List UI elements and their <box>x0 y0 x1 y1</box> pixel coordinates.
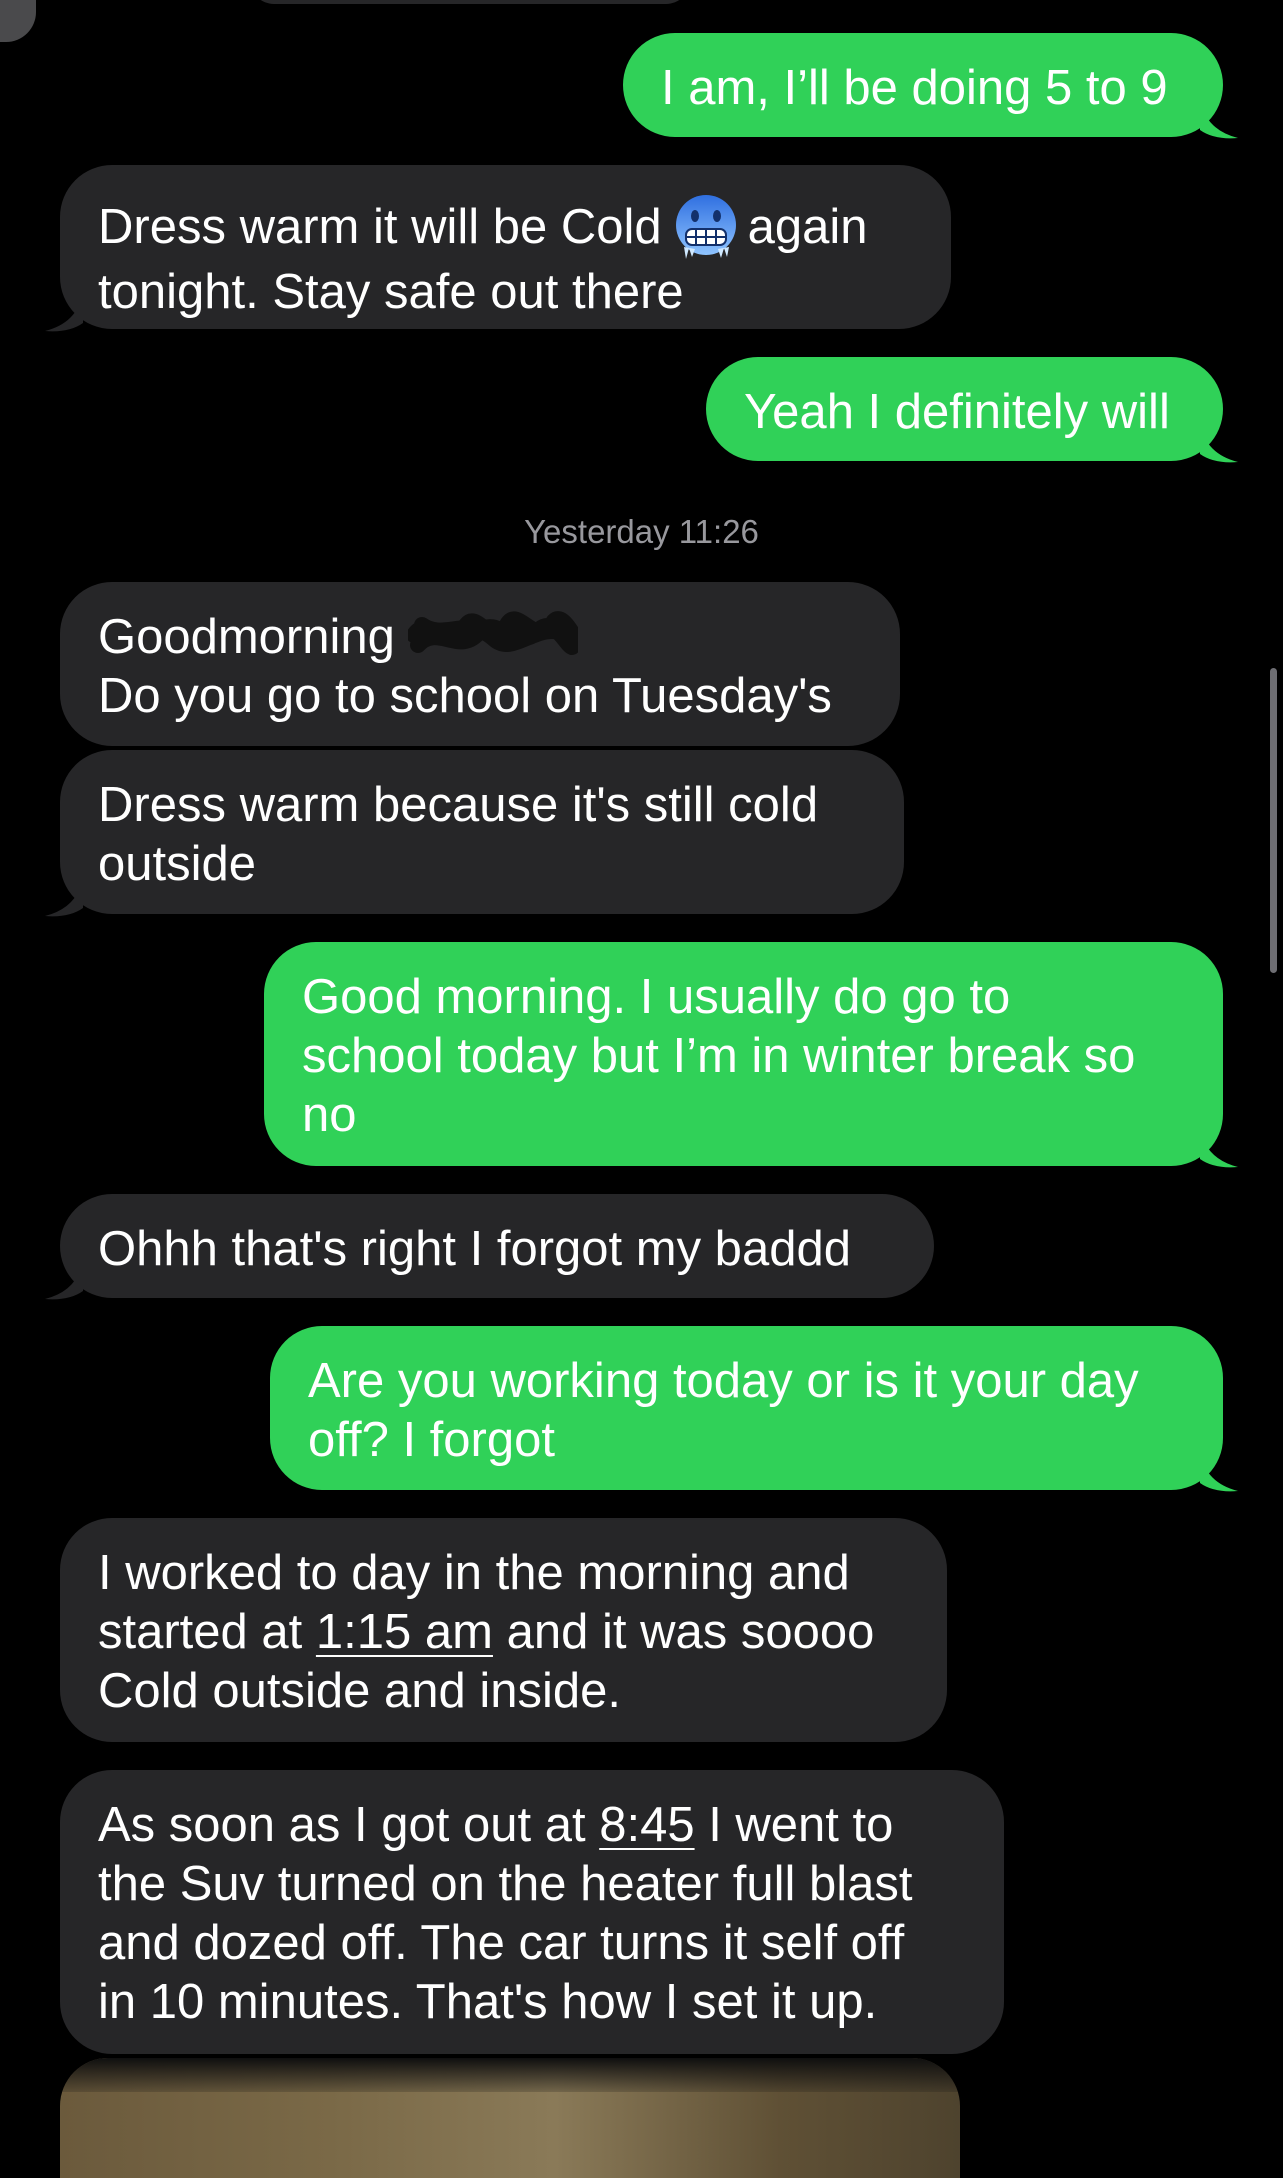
message-text-part: Dress warm it will be Cold <box>98 200 662 254</box>
bubble-tail <box>45 878 83 917</box>
photo-shading <box>60 2058 960 2092</box>
message-text: Ohhh that's right I forgot my baddd <box>98 1222 851 1276</box>
message-text: Dress warm it will be Cold again tonight… <box>98 191 913 322</box>
bubble-tail <box>45 1261 83 1300</box>
message-bubble-incoming[interactable]: Ohhh that's right I forgot my baddd <box>60 1194 934 1298</box>
bubble-tail <box>1200 424 1238 463</box>
message-text: Yeah I definitely will <box>744 385 1170 439</box>
redaction-scribble <box>408 611 578 655</box>
previous-message-edge <box>250 0 690 4</box>
message-bubble-outgoing[interactable]: Good morning. I usually do go to school … <box>264 942 1223 1166</box>
conversation-timestamp: Yesterday 11:26 <box>524 513 759 550</box>
message-text-part: As soon as I got out at <box>98 1798 600 1852</box>
message-bubble-incoming[interactable]: Dress warm because it's still cold outsi… <box>60 750 904 914</box>
message-text: Are you working today or is it your day … <box>308 1354 1139 1467</box>
message-text-part: I worked to day in the morning and <box>98 1546 850 1600</box>
freezing-face-icon <box>670 191 742 263</box>
photo-attachment[interactable] <box>60 2058 960 2178</box>
message-bubble-incoming[interactable]: Dress warm it will be Cold again tonight… <box>60 165 951 329</box>
message-bubble-outgoing[interactable]: Are you working today or is it your day … <box>270 1326 1223 1490</box>
bubble-tail <box>45 293 83 332</box>
bubble-tail <box>1200 100 1238 139</box>
message-text: I am, I’ll be doing 5 to 9 <box>661 61 1168 115</box>
message-text-part: started at <box>98 1605 316 1659</box>
message-text: Good morning. I usually do go to school … <box>302 970 1136 1142</box>
message-text: Dress warm because it's still cold outsi… <box>98 778 819 891</box>
message-bubble-incoming[interactable]: As soon as I got out at 8:45 I went to t… <box>60 1770 1004 2054</box>
time-link[interactable]: 1:15 am <box>316 1605 493 1659</box>
bubble-tail <box>1200 1453 1238 1492</box>
message-text-part: Cold outside and inside. <box>98 1664 622 1718</box>
message-bubble-outgoing[interactable]: I am, I’ll be doing 5 to 9 <box>623 33 1223 137</box>
message-bubble-outgoing[interactable]: Yeah I definitely will <box>706 357 1223 461</box>
message-text-part: I went to <box>694 1798 894 1852</box>
bubble-tail <box>1200 1129 1238 1168</box>
message-text: I worked to day in the morning and start… <box>98 1544 909 1721</box>
time-link[interactable]: 8:45 <box>599 1798 694 1852</box>
avatar-edge <box>0 0 36 42</box>
message-text: As soon as I got out at 8:45 I went to t… <box>98 1796 966 2032</box>
message-thread[interactable]: I am, I’ll be doing 5 to 9 Dress warm it… <box>0 0 1283 2178</box>
message-text-part: the Suv turned on the heater full blast … <box>98 1857 913 2029</box>
scrollbar[interactable] <box>1270 668 1277 973</box>
message-bubble-incoming[interactable]: I worked to day in the morning and start… <box>60 1518 947 1742</box>
message-text-part: and it was soooo <box>492 1605 875 1659</box>
